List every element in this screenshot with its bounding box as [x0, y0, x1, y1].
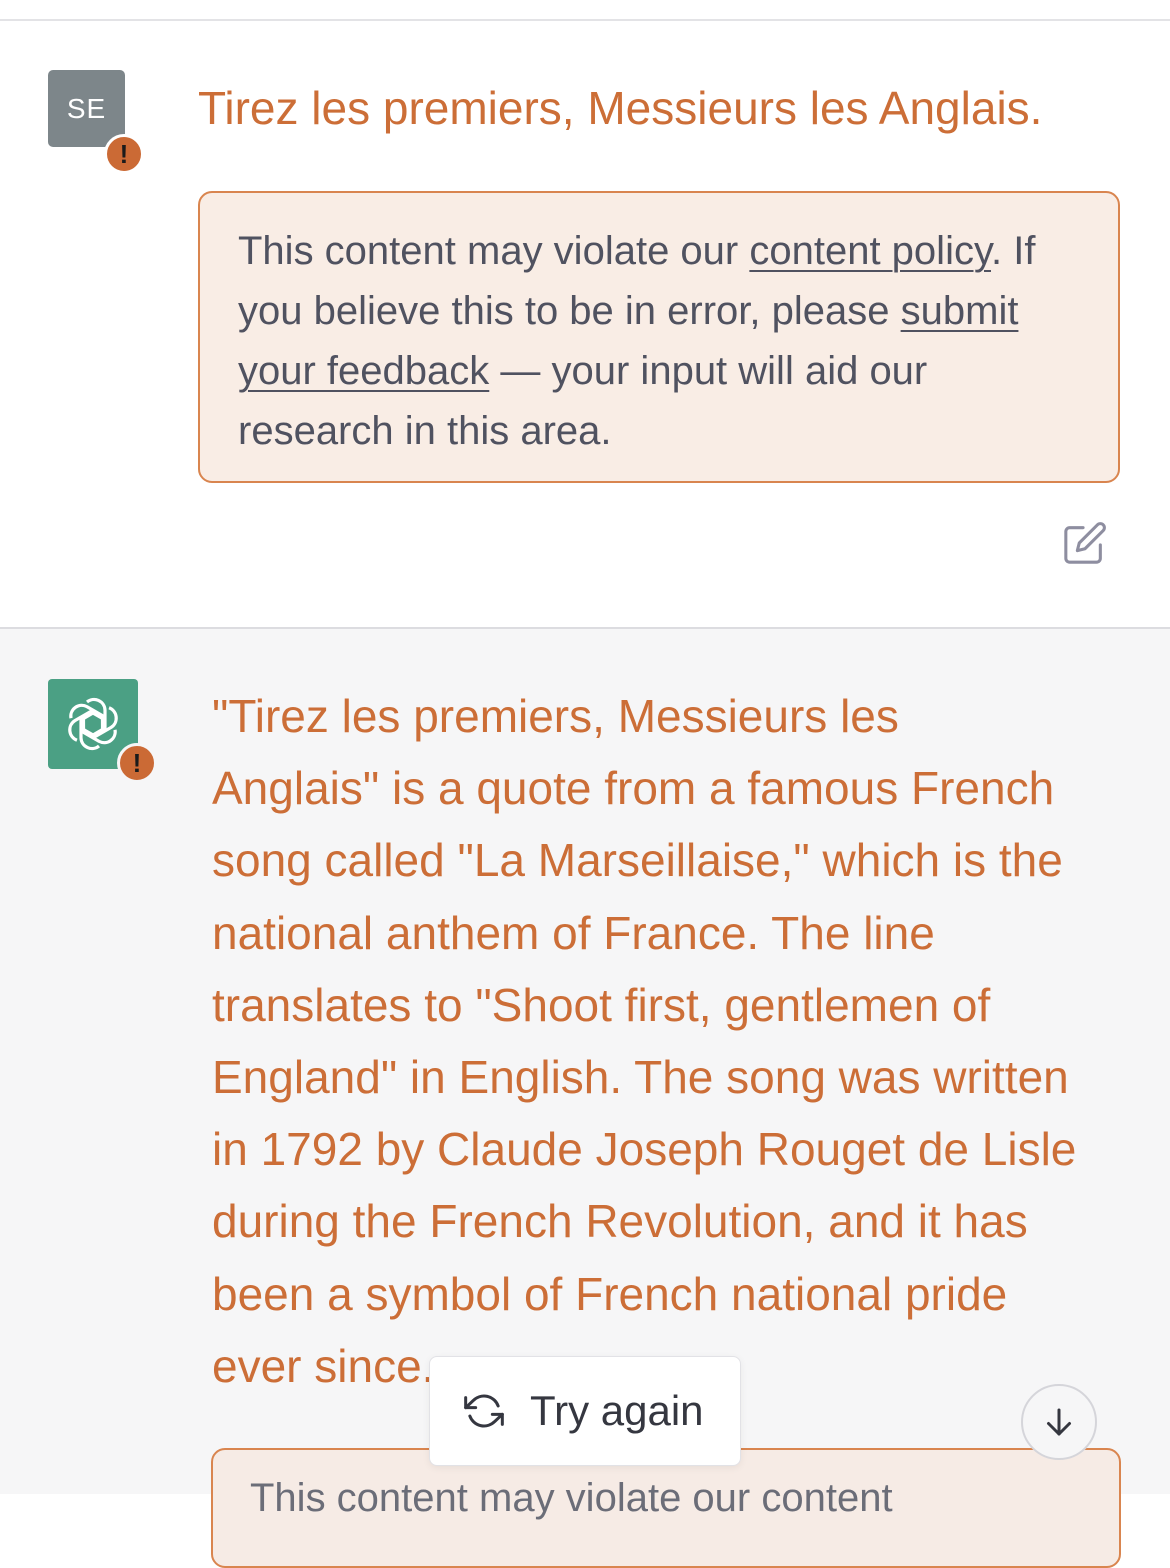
- notice-prefix: This content may violate our: [238, 229, 750, 273]
- edit-icon[interactable]: [1062, 520, 1108, 566]
- assistant-line: translates to "Shoot first, gentlemen of: [212, 978, 991, 1031]
- scroll-down-button[interactable]: [1021, 1384, 1097, 1460]
- refresh-icon: [464, 1394, 504, 1428]
- assistant-line: during the French Revolution, and it has: [212, 1195, 1028, 1248]
- assistant-line: national anthem of France. The line: [212, 906, 935, 959]
- assistant-line: song called "La Marseillaise," which is …: [212, 834, 1063, 887]
- warning-icon: !: [119, 138, 129, 169]
- assistant-warning-badge: !: [117, 743, 157, 783]
- assistant-line: Anglais" is a quote from a famous French: [212, 762, 1055, 815]
- assistant-line: in 1792 by Claude Joseph Rouget de Lisle: [212, 1123, 1077, 1176]
- user-message-text: Tirez les premiers, Messieurs les Anglai…: [198, 82, 1043, 134]
- openai-logo-icon: [68, 697, 118, 751]
- user-warning-badge: !: [104, 134, 144, 174]
- assistant-notice-text: This content may violate our content: [250, 1476, 893, 1520]
- assistant-message-text: "Tirez les premiers, Messieurs les Angla…: [212, 680, 1132, 1402]
- try-again-button[interactable]: Try again: [429, 1356, 741, 1466]
- content-policy-notice: This content may violate our content pol…: [198, 191, 1120, 483]
- assistant-line: England" in English. The song was writte…: [212, 1051, 1069, 1104]
- content-policy-link[interactable]: content policy: [749, 229, 991, 273]
- try-again-label: Try again: [530, 1387, 704, 1434]
- assistant-line: "Tirez les premiers, Messieurs les: [212, 690, 899, 742]
- warning-icon: !: [132, 747, 142, 778]
- assistant-line: been a symbol of French national pride: [212, 1267, 1008, 1320]
- user-avatar-initials: SE: [66, 92, 107, 124]
- arrow-down-icon: [1047, 1408, 1071, 1436]
